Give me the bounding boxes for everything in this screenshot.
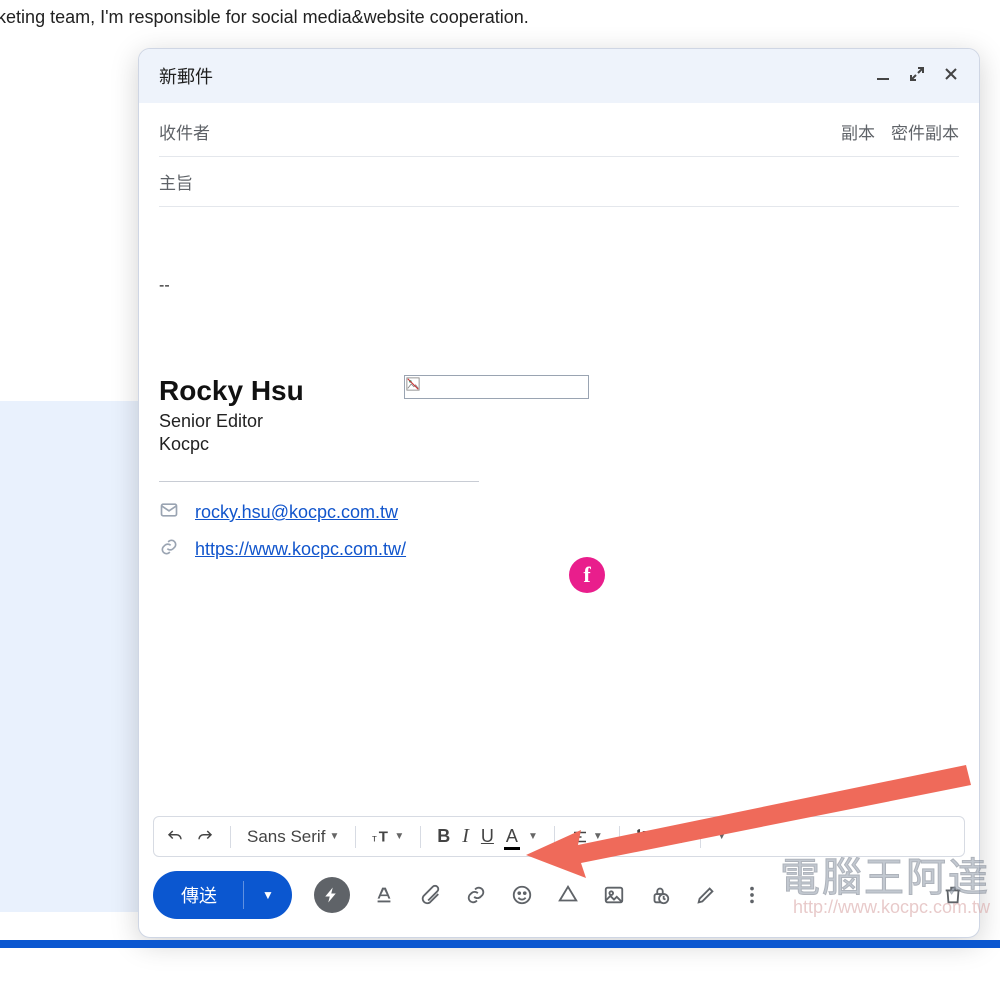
expand-icon[interactable] (909, 66, 925, 87)
bulleted-list-button[interactable] (666, 828, 684, 846)
discard-draft-icon[interactable] (941, 883, 965, 907)
signature-url-link[interactable]: https://www.kocpc.com.tw/ (195, 539, 406, 560)
numbered-list-button[interactable]: 123 (636, 828, 654, 846)
subject-label: 主旨 (159, 169, 193, 194)
drive-icon[interactable] (556, 883, 580, 907)
bg-reply-line: o reply to me a (0, 948, 1000, 982)
compose-body[interactable]: -- Rocky Hsu Senior Editor Kocpc ro (139, 207, 979, 816)
svg-text:T: T (379, 828, 388, 845)
font-family-select[interactable]: Sans Serif ▼ (247, 827, 339, 847)
signature-name: Rocky Hsu (159, 375, 304, 407)
smart-compose-icon[interactable] (314, 877, 350, 913)
bg-line: e ClevGuard marketing team, I'm responsi… (0, 0, 1000, 34)
send-button-group: 傳送 ▼ (153, 871, 292, 919)
recipients-row[interactable]: 收件者 副本 密件副本 (159, 107, 959, 157)
close-icon[interactable] (943, 66, 959, 87)
compose-title: 新郵件 (159, 63, 213, 89)
subject-row[interactable]: 主旨 (159, 157, 959, 207)
align-button[interactable]: ▼ (571, 828, 603, 846)
compose-window: 新郵件 收件者 副本 密件副本 (138, 48, 980, 938)
bcc-toggle[interactable]: 密件副本 (891, 119, 959, 144)
text-color-button[interactable]: A ▼ (506, 826, 538, 847)
text-format-toggle-icon[interactable] (372, 883, 396, 907)
send-bar: 傳送 ▼ (139, 857, 979, 937)
recipients-label: 收件者 (159, 119, 210, 144)
attach-file-icon[interactable] (418, 883, 442, 907)
insert-link-icon[interactable] (464, 883, 488, 907)
compose-header: 新郵件 (139, 49, 979, 103)
signature-email-link[interactable]: rocky.hsu@kocpc.com.tw (195, 502, 398, 523)
font-size-select[interactable]: тT ▼ (372, 828, 404, 846)
facebook-badge[interactable]: f (569, 557, 605, 593)
signature-separator: -- (159, 277, 959, 295)
undo-icon[interactable] (166, 828, 184, 846)
redo-icon[interactable] (196, 828, 214, 846)
more-format-button[interactable]: ▼ (717, 831, 727, 842)
cc-toggle[interactable]: 副本 (841, 119, 875, 144)
confidential-mode-icon[interactable] (648, 883, 672, 907)
broken-image-placeholder (404, 375, 589, 399)
link-icon (159, 537, 179, 562)
more-options-icon[interactable] (740, 883, 764, 907)
italic-button[interactable]: I (462, 825, 469, 848)
formatting-toolbar: Sans Serif ▼ тT ▼ B I U A ▼ ▼ 123 ▼ (153, 816, 965, 857)
svg-text:3: 3 (637, 840, 640, 846)
signature-role: Senior Editor (159, 411, 304, 432)
svg-text:т: т (372, 832, 377, 844)
signature-company: Kocpc (159, 434, 304, 455)
window-bottom-border (0, 940, 1000, 948)
signature-pen-icon[interactable] (694, 883, 718, 907)
emoji-icon[interactable] (510, 883, 534, 907)
mail-icon (159, 500, 179, 525)
underline-button[interactable]: U (481, 826, 494, 847)
bold-button[interactable]: B (437, 826, 450, 847)
minimize-icon[interactable] (875, 66, 891, 87)
insert-photo-icon[interactable] (602, 883, 626, 907)
send-button[interactable]: 傳送 (153, 871, 243, 919)
signature-divider (159, 481, 479, 482)
send-more-button[interactable]: ▼ (244, 871, 292, 919)
